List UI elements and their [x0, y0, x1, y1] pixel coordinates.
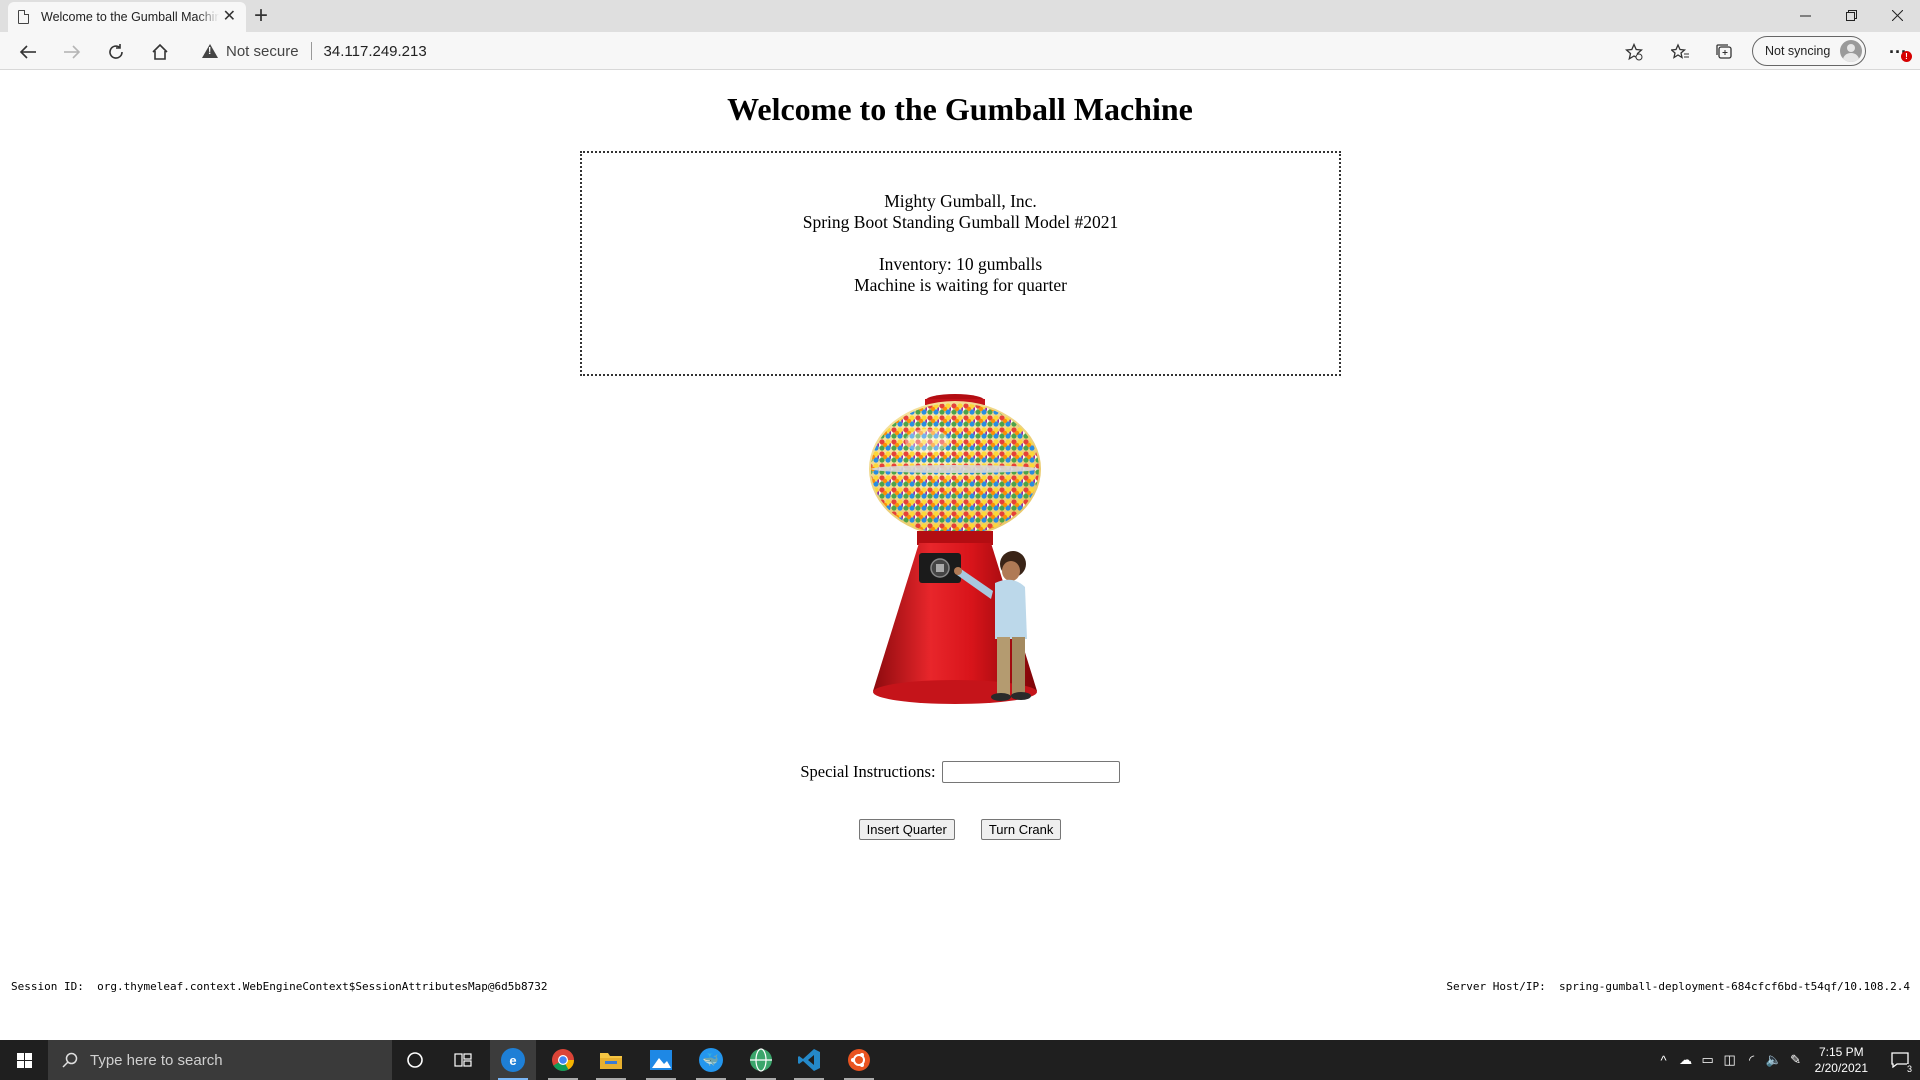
taskbar-photos[interactable]	[638, 1040, 684, 1080]
address-bar[interactable]: Not secure 34.117.249.213	[188, 35, 1698, 67]
new-tab-button[interactable]: +	[254, 3, 268, 29]
taskbar-ubuntu[interactable]	[836, 1040, 882, 1080]
tab-title: Welcome to the Gumball Machine	[41, 10, 219, 24]
gumball-machine-image	[869, 394, 1041, 704]
restore-icon	[1845, 9, 1857, 21]
special-instructions-row: Special Instructions:	[0, 761, 1920, 784]
address-separator	[310, 42, 312, 60]
minimize-button[interactable]	[1782, 0, 1828, 30]
back-arrow-icon	[19, 45, 36, 59]
avatar-icon	[1840, 40, 1862, 62]
session-info: Session ID: org.thymeleaf.context.WebEng…	[11, 980, 547, 993]
notification-count: 3	[1906, 1064, 1912, 1074]
window-controls	[1782, 0, 1920, 30]
globe-app-icon	[750, 1048, 772, 1072]
minimize-icon	[1799, 15, 1811, 16]
edge-icon: e	[501, 1048, 525, 1072]
volume-icon[interactable]: 🔈	[1763, 1052, 1785, 1068]
session-id-value: org.thymeleaf.context.WebEngineContext$S…	[97, 980, 548, 993]
session-id-label: Session ID:	[11, 980, 84, 993]
taskbar-clock[interactable]: 7:15 PM 2/20/2021	[1815, 1044, 1868, 1076]
pen-icon[interactable]: ✎	[1785, 1052, 1807, 1068]
onedrive-icon[interactable]: ☁	[1675, 1052, 1697, 1068]
special-instructions-input[interactable]	[941, 761, 1120, 784]
show-hidden-icons-icon[interactable]: ^	[1653, 1053, 1675, 1068]
tab-strip: Welcome to the Gumball Machine ✕ +	[0, 0, 1920, 32]
machine-state: Machine is waiting for quarter	[854, 275, 1067, 295]
close-tab-icon[interactable]: ✕	[223, 9, 236, 25]
add-favorite-button[interactable]	[1618, 36, 1650, 68]
sync-status-label: Not syncing	[1765, 44, 1831, 58]
refresh-icon	[109, 44, 123, 59]
task-view-icon	[454, 1053, 472, 1067]
display-icon[interactable]: ◫	[1719, 1052, 1741, 1068]
warning-icon	[202, 44, 218, 58]
collections-icon	[1716, 44, 1732, 59]
search-icon	[62, 1052, 78, 1068]
back-button[interactable]	[12, 36, 44, 68]
forward-arrow-icon	[64, 45, 81, 59]
page-content: Welcome to the Gumball Machine Mighty Gu…	[0, 71, 1920, 1039]
browser-toolbar: Not secure 34.117.249.213 Not syncing ··…	[0, 32, 1920, 70]
windows-taskbar: Type here to search e 🐳 ^ ☁ ▭ ◫ ◜ 🔈 ✎ 7:…	[0, 1040, 1920, 1080]
favorites-button[interactable]	[1664, 36, 1696, 68]
home-button[interactable]	[144, 36, 176, 68]
action-center-button[interactable]: 3	[1880, 1040, 1920, 1080]
action-buttons: Insert Quarter Turn Crank	[0, 819, 1920, 840]
url-text[interactable]: 34.117.249.213	[324, 43, 427, 60]
task-view-button[interactable]	[440, 1040, 486, 1080]
favorites-icon	[1671, 43, 1689, 59]
server-host-label: Server Host/IP:	[1446, 980, 1546, 993]
ubuntu-icon	[848, 1049, 870, 1071]
close-icon	[1891, 9, 1903, 21]
clock-date: 2/20/2021	[1814, 1061, 1868, 1075]
battery-icon[interactable]: ▭	[1697, 1052, 1719, 1068]
docker-icon: 🐳	[699, 1048, 723, 1072]
security-indicator[interactable]: Not secure	[226, 43, 299, 60]
taskbar-vscode[interactable]	[786, 1040, 832, 1080]
update-badge: !	[1901, 51, 1912, 62]
restore-button[interactable]	[1828, 0, 1874, 30]
taskbar-edge[interactable]: e	[490, 1040, 536, 1080]
start-button[interactable]	[0, 1040, 48, 1080]
refresh-button[interactable]	[100, 36, 132, 68]
insert-quarter-button[interactable]: Insert Quarter	[858, 819, 955, 840]
taskbar-chrome[interactable]	[540, 1040, 586, 1080]
turn-crank-button[interactable]: Turn Crank	[980, 819, 1062, 840]
taskbar-file-explorer[interactable]	[588, 1040, 634, 1080]
taskbar-search[interactable]: Type here to search	[48, 1040, 392, 1080]
taskbar-app-green[interactable]	[738, 1040, 784, 1080]
chrome-icon	[552, 1049, 574, 1071]
server-info: Server Host/IP: spring-gumball-deploymen…	[1446, 980, 1910, 993]
server-host-value: spring-gumball-deployment-684cfcf6bd-t54…	[1559, 980, 1910, 993]
inventory-text: Inventory: 10 gumballs	[878, 254, 1043, 274]
windows-logo-icon	[16, 1052, 32, 1068]
browser-tab[interactable]: Welcome to the Gumball Machine ✕	[8, 2, 246, 32]
cortana-icon	[407, 1052, 423, 1068]
vscode-icon	[798, 1049, 820, 1071]
close-window-button[interactable]	[1874, 0, 1920, 30]
company-name: Mighty Gumball, Inc.	[884, 191, 1037, 211]
system-tray: ^ ☁ ▭ ◫ ◜ 🔈 ✎ 7:15 PM 2/20/2021 3	[1653, 1040, 1920, 1080]
special-instructions-label: Special Instructions:	[800, 762, 936, 782]
search-placeholder: Type here to search	[90, 1051, 223, 1069]
taskbar-docker[interactable]: 🐳	[688, 1040, 734, 1080]
network-icon[interactable]: ◜	[1741, 1052, 1763, 1068]
page-icon	[18, 10, 29, 24]
settings-more-button[interactable]: ··· !	[1882, 36, 1914, 68]
profile-sync-button[interactable]: Not syncing	[1752, 36, 1866, 66]
forward-button[interactable]	[56, 36, 88, 68]
star-add-icon	[1625, 43, 1643, 61]
clock-time: 7:15 PM	[1818, 1045, 1864, 1059]
home-icon	[152, 43, 168, 60]
folder-icon	[600, 1053, 622, 1069]
page-title: Welcome to the Gumball Machine	[727, 91, 1193, 127]
machine-model: Spring Boot Standing Gumball Model #2021	[802, 212, 1119, 232]
cortana-button[interactable]	[392, 1040, 438, 1080]
machine-info-box: Mighty Gumball, Inc. Spring Boot Standin…	[580, 151, 1341, 376]
photos-icon	[650, 1050, 672, 1070]
collections-button[interactable]	[1708, 36, 1740, 68]
